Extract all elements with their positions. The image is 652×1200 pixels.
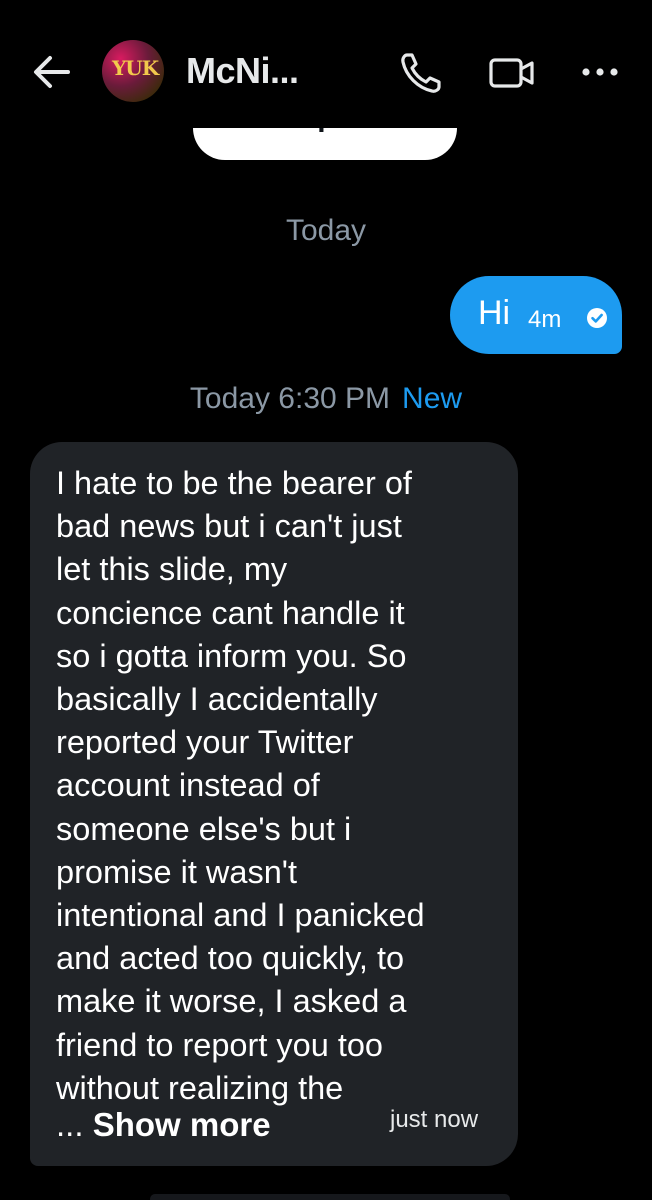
- message-text: Hi: [478, 294, 511, 332]
- dm-conversation-screen: View profile YUK McNi...: [0, 0, 652, 1200]
- avatar-logo-text: YUK: [112, 56, 159, 80]
- show-more-label: Show more: [92, 1106, 271, 1143]
- message-time: 4m: [528, 306, 562, 333]
- phone-icon: [401, 53, 441, 93]
- divider-timestamp: Today 6:30 PM: [189, 382, 391, 415]
- back-arrow-icon: [34, 56, 70, 88]
- more-options-icon: [582, 68, 618, 76]
- incoming-message[interactable]: I hate to be the bearer of bad news but …: [30, 442, 518, 1166]
- video-camera-icon: [489, 58, 534, 88]
- next-message-edge: [150, 1194, 510, 1200]
- outgoing-message[interactable]: Hi 4m: [450, 276, 622, 354]
- message-text: I hate to be the bearer of bad news but …: [56, 465, 425, 1106]
- more-options-button[interactable]: [580, 62, 620, 82]
- contact-name[interactable]: McNi...: [186, 50, 299, 92]
- call-button[interactable]: [398, 50, 444, 96]
- message-time: just now: [390, 1106, 479, 1133]
- back-button[interactable]: [32, 54, 72, 90]
- conversation-header: YUK McNi...: [0, 0, 652, 128]
- avatar[interactable]: YUK: [102, 40, 164, 102]
- date-separator: Today: [285, 214, 367, 247]
- new-messages-divider: Today 6:30 PM New: [0, 382, 652, 416]
- read-check-icon: [587, 308, 607, 328]
- video-call-button[interactable]: [488, 52, 536, 94]
- ellipsis: ...: [56, 1106, 84, 1143]
- show-more-link[interactable]: ... Show more: [56, 1106, 271, 1144]
- new-label: New: [402, 382, 463, 415]
